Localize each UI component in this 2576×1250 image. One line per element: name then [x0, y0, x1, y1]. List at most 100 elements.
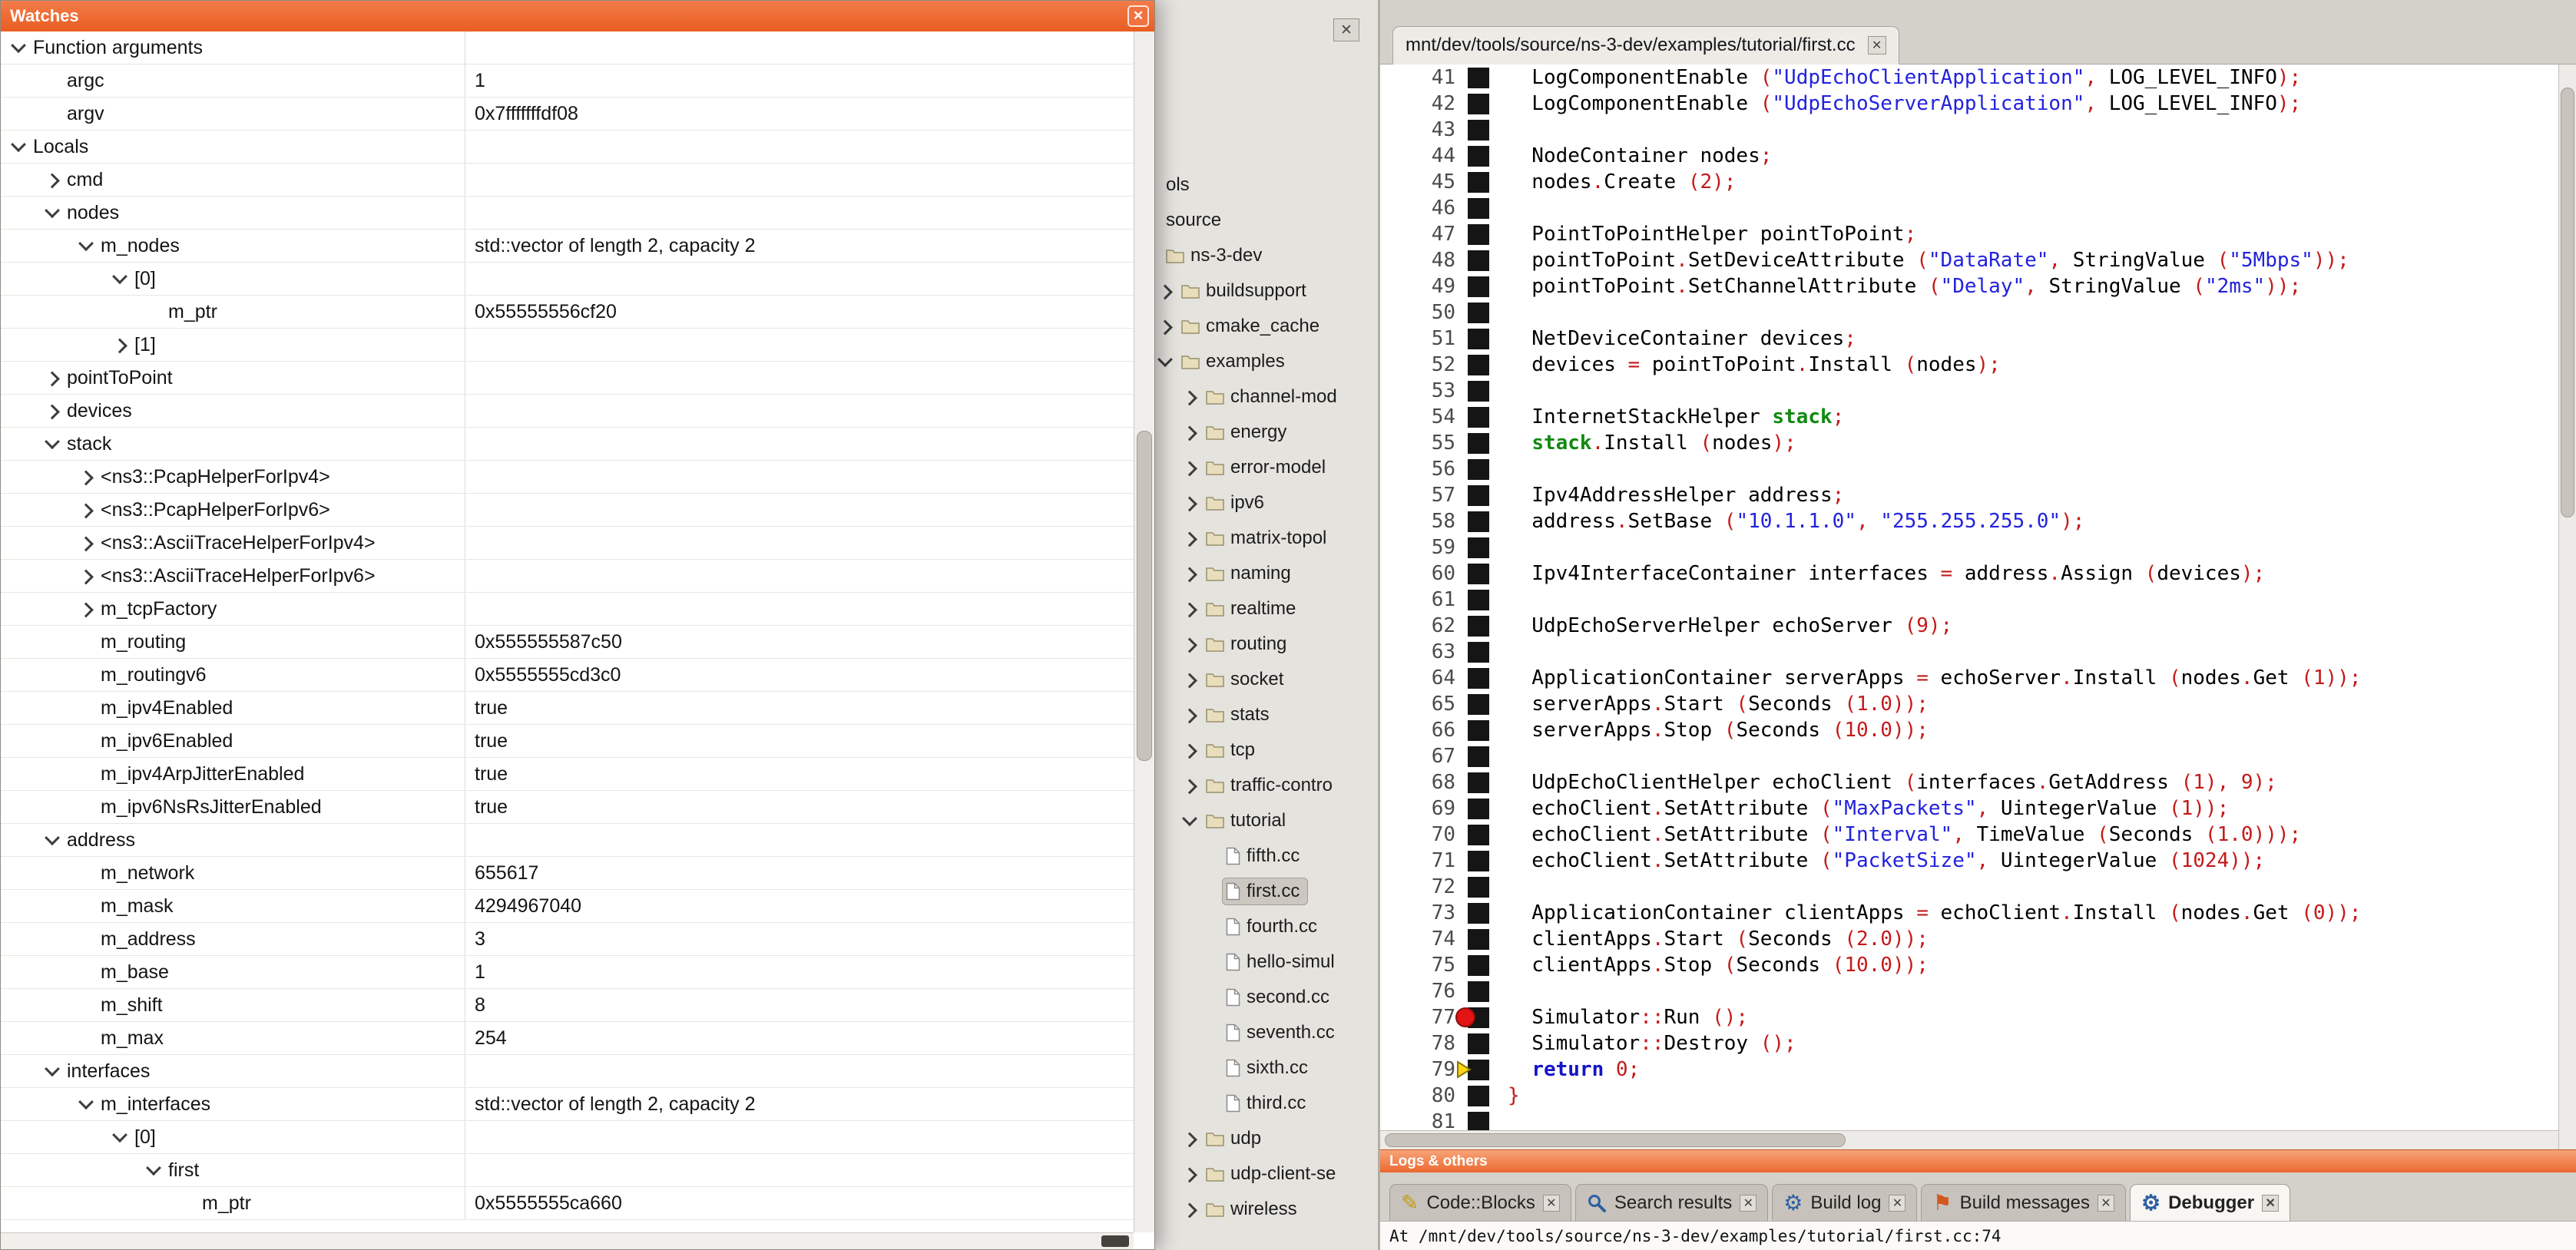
tree-item-third-cc[interactable]: third.cc: [1155, 1086, 1378, 1121]
code-line[interactable]: 71 echoClient.SetAttribute ("PacketSize"…: [1380, 848, 2558, 874]
watch-row[interactable]: m_base1: [1, 956, 1134, 989]
watch-row[interactable]: m_ptr0x55555556cf20: [1, 296, 1134, 329]
management-close-button[interactable]: ✕: [1333, 18, 1359, 41]
code-line[interactable]: 80}: [1380, 1083, 2558, 1109]
code-line[interactable]: 61: [1380, 587, 2558, 613]
code-line[interactable]: 73 ApplicationContainer clientApps = ech…: [1380, 900, 2558, 926]
breakpoint-margin[interactable]: [1468, 303, 1489, 323]
breakpoint-margin[interactable]: [1468, 537, 1489, 558]
watch-row[interactable]: m_routing0x555555587c50: [1, 626, 1134, 659]
chevron-right-icon[interactable]: [1182, 532, 1197, 547]
log-tab-debugger[interactable]: ⚙Debugger✕: [2130, 1184, 2290, 1221]
tree-item-second-cc[interactable]: second.cc: [1155, 980, 1378, 1015]
code-line[interactable]: 69 echoClient.SetAttribute ("MaxPackets"…: [1380, 795, 2558, 822]
code-line[interactable]: 68 UdpEchoClientHelper echoClient (inter…: [1380, 769, 2558, 795]
code-line[interactable]: 58 address.SetBase ("10.1.1.0", "255.255…: [1380, 508, 2558, 534]
breakpoint-margin[interactable]: [1468, 694, 1489, 715]
tree-item-traffic-contro[interactable]: traffic-contro: [1155, 768, 1378, 803]
breakpoint-margin[interactable]: [1468, 981, 1489, 1002]
watch-row[interactable]: argc1: [1, 64, 1134, 98]
chevron-right-icon[interactable]: [1182, 709, 1197, 724]
code-line[interactable]: 78 Simulator::Destroy ();: [1380, 1030, 2558, 1057]
code-line[interactable]: 57 Ipv4AddressHelper address;: [1380, 482, 2558, 508]
chevron-down-icon[interactable]: [11, 137, 26, 152]
code-line[interactable]: 55 stack.Install (nodes);: [1380, 430, 2558, 456]
chevron-down-icon[interactable]: [45, 434, 60, 449]
breakpoint-margin[interactable]: [1468, 668, 1489, 689]
code-line[interactable]: 50: [1380, 299, 2558, 326]
breakpoint-margin[interactable]: [1468, 172, 1489, 193]
chevron-right-icon[interactable]: [78, 570, 94, 585]
breakpoint-margin[interactable]: [1468, 485, 1489, 506]
chevron-right-icon[interactable]: [1182, 567, 1197, 583]
tree-item-buildsupport[interactable]: buildsupport: [1155, 273, 1378, 309]
chevron-right-icon[interactable]: [1182, 779, 1197, 795]
scrollbar-thumb[interactable]: [1101, 1235, 1129, 1247]
code-line[interactable]: 66 serverApps.Stop (Seconds (10.0));: [1380, 717, 2558, 743]
code-line[interactable]: 43: [1380, 117, 2558, 143]
breakpoint-margin[interactable]: [1468, 851, 1489, 871]
code-line[interactable]: 42 LogComponentEnable ("UdpEchoServerApp…: [1380, 91, 2558, 117]
breakpoint-margin[interactable]: [1468, 903, 1489, 924]
chevron-down-icon[interactable]: [78, 236, 94, 251]
tree-item-realtime[interactable]: realtime: [1155, 591, 1378, 627]
code-line[interactable]: 44 NodeContainer nodes;: [1380, 143, 2558, 169]
code-line[interactable]: 77 Simulator::Run ();: [1380, 1004, 2558, 1030]
code-line[interactable]: 65 serverApps.Start (Seconds (1.0));: [1380, 691, 2558, 717]
breakpoint-margin[interactable]: [1468, 929, 1489, 950]
editor-tab[interactable]: mnt/dev/tools/source/ns-3-dev/examples/t…: [1392, 26, 1899, 64]
breakpoint-margin[interactable]: [1468, 329, 1489, 349]
watches-vertical-scrollbar[interactable]: [1134, 31, 1154, 1232]
breakpoint-margin[interactable]: [1468, 746, 1489, 767]
watch-row[interactable]: m_address3: [1, 923, 1134, 956]
breakpoint-margin[interactable]: [1468, 1112, 1489, 1131]
tree-item-udp[interactable]: udp: [1155, 1121, 1378, 1156]
chevron-right-icon[interactable]: [78, 471, 94, 486]
breakpoint-margin[interactable]: [1468, 772, 1489, 793]
chevron-right-icon[interactable]: [1182, 638, 1197, 653]
watch-row[interactable]: m_mask4294967040: [1, 890, 1134, 923]
code-line[interactable]: 63: [1380, 639, 2558, 665]
breakpoint-margin[interactable]: [1468, 68, 1489, 88]
tree-item-sixth-cc[interactable]: sixth.cc: [1155, 1050, 1378, 1086]
watch-row[interactable]: m_ptr0x5555555ca660: [1, 1187, 1134, 1220]
tree-item-error-model[interactable]: error-model: [1155, 450, 1378, 485]
tree-item-channel-mod[interactable]: channel-mod: [1155, 379, 1378, 415]
close-icon[interactable]: ✕: [2262, 1195, 2279, 1212]
tree-item-fifth-cc[interactable]: fifth.cc: [1155, 838, 1378, 874]
chevron-down-icon[interactable]: [112, 1127, 127, 1143]
breakpoint-margin[interactable]: [1468, 590, 1489, 610]
watch-row[interactable]: address: [1, 824, 1134, 857]
code-line[interactable]: 79 return 0;: [1380, 1057, 2558, 1083]
chevron-down-icon[interactable]: [1182, 811, 1197, 826]
editor-tab-close-icon[interactable]: ✕: [1868, 36, 1886, 55]
chevron-right-icon[interactable]: [78, 537, 94, 552]
chevron-down-icon[interactable]: [45, 1061, 60, 1076]
log-tab-code-blocks[interactable]: ✎Code::Blocks✕: [1389, 1184, 1571, 1221]
watch-row[interactable]: nodes: [1, 197, 1134, 230]
tree-item-cmake-cache[interactable]: cmake_cache: [1155, 309, 1378, 344]
chevron-down-icon[interactable]: [45, 203, 60, 218]
tree-item-tcp[interactable]: tcp: [1155, 732, 1378, 768]
watch-row[interactable]: Locals: [1, 131, 1134, 164]
breakpoint-margin[interactable]: [1468, 616, 1489, 637]
tree-item-ns-3-dev[interactable]: ns-3-dev: [1155, 238, 1378, 273]
editor-vertical-scrollbar[interactable]: [2558, 64, 2576, 1149]
watch-row[interactable]: [0]: [1, 263, 1134, 296]
watch-row[interactable]: m_tcpFactory: [1, 593, 1134, 626]
chevron-right-icon[interactable]: [78, 504, 94, 519]
tree-item-socket[interactable]: socket: [1155, 662, 1378, 697]
code-line[interactable]: 81: [1380, 1109, 2558, 1130]
watch-row[interactable]: first: [1, 1154, 1134, 1187]
code-line[interactable]: 74 clientApps.Start (Seconds (2.0));: [1380, 926, 2558, 952]
breakpoint-margin[interactable]: [1468, 276, 1489, 297]
tree-item-examples[interactable]: examples: [1155, 344, 1378, 379]
code-line[interactable]: 46: [1380, 195, 2558, 221]
chevron-down-icon[interactable]: [45, 830, 60, 845]
watch-row[interactable]: Function arguments: [1, 31, 1134, 64]
code-line[interactable]: 51 NetDeviceContainer devices;: [1380, 326, 2558, 352]
breakpoint-margin[interactable]: [1468, 355, 1489, 375]
watch-row[interactable]: m_routingv60x5555555cd3c0: [1, 659, 1134, 692]
chevron-right-icon[interactable]: [1182, 1168, 1197, 1183]
breakpoint-margin[interactable]: [1468, 198, 1489, 219]
